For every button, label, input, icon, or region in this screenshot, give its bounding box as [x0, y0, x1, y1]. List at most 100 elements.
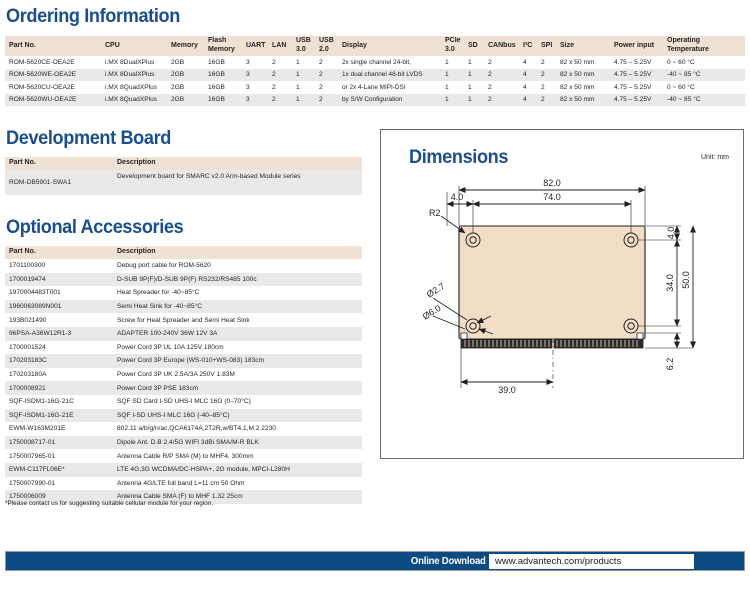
development-board-table: Part No. Description ROM-DB5901-SWA1 Dev…: [5, 157, 362, 195]
accessories-header-row: Part No. Description: [5, 246, 362, 259]
cell-flash-memory: 16GB: [204, 68, 242, 81]
col-sd: SD: [464, 36, 484, 56]
col-part-no: Part No.: [5, 36, 101, 56]
cell-pcie: 1: [441, 56, 464, 69]
cell-usb30: 1: [292, 56, 315, 69]
cell-description: Screw for Heat Spreader and Semi Heat Si…: [113, 313, 362, 327]
table-row: 1700019474 D-SUB 9P(F)/D-SUB 9P(F) RS232/…: [5, 272, 362, 287]
cell-description: Development board for SMARC v2.0 Arm-bas…: [113, 170, 362, 195]
dim-label-82: 82.0: [543, 178, 561, 188]
dim-39: 39.0: [460, 379, 554, 395]
cell-usb20: 2: [315, 81, 338, 94]
cell-memory: 2GB: [167, 56, 204, 69]
cell-spi: 2: [537, 81, 556, 94]
cell-flash-memory: 16GB: [204, 93, 242, 106]
cell-part-no: 1700019474: [5, 272, 113, 287]
dim-label-4-top: 4.0: [666, 227, 676, 240]
cell-description: ADAPTER 100-240V 36W 12V 3A: [113, 326, 362, 341]
optional-accessories-table: Part No. Description 1701100300 Debug por…: [5, 246, 362, 504]
cell-cpu: i.MX 8QuadXPlus: [101, 81, 167, 94]
cell-description: 802.11 a/b/g/n/ac,QCA6174A,2T2R,w/BT4.1,…: [113, 422, 362, 436]
cell-spi: 2: [537, 56, 556, 69]
cell-power-input: 4.75 – 5.25V: [610, 68, 663, 81]
cell-usb20: 2: [315, 56, 338, 69]
dimensions-panel: Dimensions Unit: mm 82.0 74.0 4.0 R2 4.0…: [380, 129, 744, 459]
cell-sd: 1: [464, 56, 484, 69]
cell-spi: 2: [537, 93, 556, 106]
cell-canbus: 2: [484, 81, 519, 94]
cell-part-no: EWM-W163M201E: [5, 422, 113, 436]
cell-canbus: 2: [484, 56, 519, 69]
dim-74: 74.0: [472, 192, 632, 207]
col-display: Display: [338, 36, 441, 56]
cell-part-no: 1700001524: [5, 340, 113, 355]
table-row: 1700008921 Power Cord 3P PSE 183cm: [5, 381, 362, 395]
cell-part-no: 1960063089N001: [5, 299, 113, 314]
dim-label-6-2: 6.2: [665, 358, 675, 371]
cell-usb20: 2: [315, 68, 338, 81]
table-row: EWM-C117FL06E* LTE 4G,3G WCDMA/DC-HSPA+, …: [5, 462, 362, 477]
devboard-header-row: Part No. Description: [5, 157, 362, 170]
cell-lan: 2: [268, 68, 292, 81]
footer-url-text[interactable]: www.advantech.com/products: [489, 556, 621, 567]
ordering-header-row: Part No. CPU Memory Flash Memory UART LA…: [5, 36, 745, 56]
cell-canbus: 2: [484, 93, 519, 106]
cell-size: 82 x 50 mm: [556, 56, 610, 69]
cell-description: Power Cord 3P UL 10A 125V 180cm: [113, 340, 362, 355]
cell-usb20: 2: [315, 93, 338, 106]
col-size: Size: [556, 36, 610, 56]
table-row: SQF-ISDM1-16G-21C SQF SD Card I-SD UHS-I …: [5, 394, 362, 409]
dim-82: 82.0: [458, 178, 646, 193]
cell-sd: 1: [464, 81, 484, 94]
dim-label-74: 74.0: [543, 192, 561, 202]
board-dimension-drawing: 82.0 74.0 4.0 R2 4.0 34.0 6.2 50.0 39.0 …: [421, 178, 696, 395]
cell-display: 1x dual channel 48-bit LVDS: [338, 68, 441, 81]
cell-part-no: 1750008717-01: [5, 435, 113, 450]
cell-description: Power Cord 3P UK 2.5A/3A 250V 1.83M: [113, 367, 362, 382]
cell-power-input: 4.75 – 5.25V: [610, 81, 663, 94]
cell-part-no: SQF-ISDM1-16G-21E: [5, 408, 113, 423]
col-operating-temperature: Operating Temperature: [663, 36, 745, 56]
ordering-information-table: Part No. CPU Memory Flash Memory UART LA…: [5, 36, 745, 106]
dim-4-left: 4.0: [446, 192, 474, 207]
cell-usb30: 1: [292, 81, 315, 94]
cell-uart: 3: [242, 93, 268, 106]
cell-description: Antenna 4G/LTE full band L=11 cm 50 Ohm: [113, 476, 362, 491]
cell-operating-temperature: -40 ~ 85 °C: [663, 93, 745, 106]
cell-spi: 2: [537, 68, 556, 81]
col-i2c: I²C: [519, 36, 537, 56]
cell-size: 82 x 50 mm: [556, 81, 610, 94]
dim-label-34: 34.0: [665, 274, 675, 292]
cell-display: 2x single channel 24-bit,: [338, 56, 441, 69]
col-usb30: USB 3.0: [292, 36, 315, 56]
cell-sd: 1: [464, 68, 484, 81]
optional-accessories-title: Optional Accessories: [6, 216, 184, 238]
table-row: EWM-W163M201E 802.11 a/b/g/n/ac,QCA6174A,…: [5, 422, 362, 436]
col-uart: UART: [242, 36, 268, 56]
cell-canbus: 2: [484, 68, 519, 81]
table-row: ROM-DB5901-SWA1 Development board for SM…: [5, 170, 362, 195]
cell-pcie: 1: [441, 93, 464, 106]
dim-6-2: 6.2: [665, 332, 680, 371]
cell-cpu: i.MX 8DualXPlus: [101, 68, 167, 81]
dim-label-4-left: 4.0: [451, 192, 464, 202]
cell-size: 82 x 50 mm: [556, 68, 610, 81]
table-row: SQF-ISDM1-16G-21E SQF I-SD UHS-I MLC 16G …: [5, 408, 362, 423]
col-part-no: Part No.: [5, 157, 113, 170]
cell-part-no: 1701100300: [5, 259, 113, 273]
cell-part-no: ROM-5620WU-OEA2E: [5, 93, 101, 106]
table-row: 193B021490 Screw for Heat Spreader and Se…: [5, 313, 362, 327]
footer-url-box[interactable]: www.advantech.com/products: [489, 554, 694, 569]
col-description: Description: [113, 157, 362, 170]
cell-pcie: 1: [441, 81, 464, 94]
cell-sd: 1: [464, 93, 484, 106]
cell-lan: 2: [268, 93, 292, 106]
cell-memory: 2GB: [167, 81, 204, 94]
cell-operating-temperature: 0 ~ 60 °C: [663, 56, 745, 69]
cell-part-no: 170203183C: [5, 354, 113, 368]
cell-part-no: 1750007990-01: [5, 476, 113, 491]
cell-power-input: 4.75 – 5.25V: [610, 56, 663, 69]
cell-i2c: 4: [519, 81, 537, 94]
cell-usb30: 1: [292, 93, 315, 106]
table-row: ROM-5620CE-OEA2E i.MX 8DualXPlus 2GB 16G…: [5, 56, 745, 69]
